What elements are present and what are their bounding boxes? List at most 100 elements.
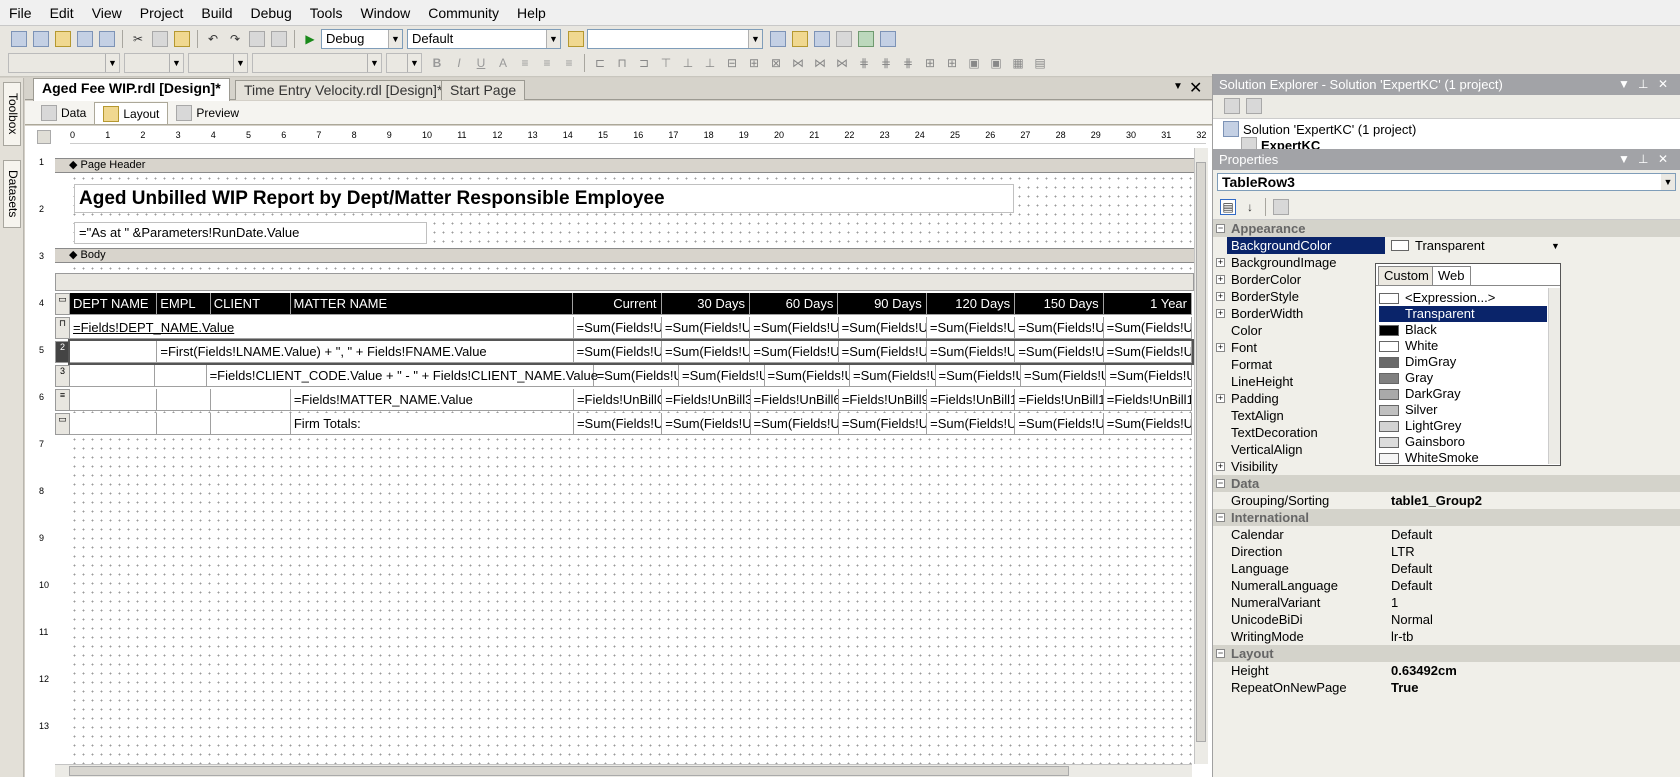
table-cell[interactable]: =Fields!UnBill1 [1103, 389, 1193, 411]
solution-explorer-icon[interactable] [770, 31, 786, 47]
cut-icon[interactable]: ✂ [130, 31, 146, 47]
table-cell[interactable]: =Sum(Fields!Ur [661, 317, 751, 339]
menu-debug[interactable]: Debug [242, 0, 301, 26]
category-layout[interactable]: − Layout [1213, 645, 1680, 662]
table-cell[interactable]: =Sum(Fields!Ur [1106, 365, 1192, 387]
same-width-icon[interactable]: ⊟ [724, 55, 740, 71]
table-cell[interactable]: 90 Days [838, 293, 927, 315]
table-cell[interactable]: Current [573, 293, 662, 315]
tab-start-page[interactable]: Start Page [441, 80, 526, 100]
table-cell[interactable] [157, 389, 211, 411]
tab-data[interactable]: Data [33, 102, 94, 124]
align-middles-icon[interactable]: ⊥ [680, 55, 696, 71]
toolbox-icon[interactable] [836, 31, 852, 47]
table-cell[interactable] [211, 413, 291, 435]
close-document-icon[interactable]: ✕ [1189, 78, 1202, 98]
window-list-icon[interactable]: ▼ [1173, 81, 1183, 92]
table-header-row[interactable]: DEPT NAME EMPL CLIENT MATTER NAME Current 30 … [70, 293, 1192, 315]
tab-web[interactable]: Web [1432, 266, 1471, 286]
property-row[interactable]: Grouping/Sorting table1_Group2 [1213, 492, 1680, 509]
table-column-handles[interactable] [55, 273, 1194, 291]
table-cell[interactable]: =Sum(Fields!Ur [1015, 317, 1104, 339]
property-row[interactable]: Language Default [1213, 560, 1680, 577]
auto-hide-pin-icon[interactable]: ⊥ [1638, 74, 1648, 95]
table-cell[interactable]: =Sum(Fields!Ur [662, 413, 751, 435]
table-cell[interactable] [70, 413, 158, 435]
property-row[interactable]: Direction LTR [1213, 543, 1680, 560]
color-list-scrollbar[interactable] [1548, 288, 1560, 464]
bold-icon[interactable]: B [429, 55, 445, 71]
chevron-down-icon[interactable]: ▼ [1551, 238, 1560, 255]
underline-icon[interactable]: U [473, 55, 489, 71]
table-cell[interactable]: =Sum(Fields!Ur [573, 317, 662, 339]
menu-view[interactable]: View [83, 0, 131, 26]
property-pages-icon[interactable] [1273, 198, 1289, 215]
style-select[interactable]: ▼ [252, 53, 382, 73]
tab-preview[interactable]: Preview [168, 102, 247, 124]
group2-row[interactable]: =First(Fields!LNAME.Value) + ", " + Fiel… [68, 339, 1194, 365]
h-spacing-equal-icon[interactable]: ⋈ [790, 55, 806, 71]
start-debug-icon[interactable]: ▶ [302, 31, 318, 47]
property-row[interactable]: BackgroundColor Transparent ▼ [1213, 237, 1680, 254]
align-lefts-icon[interactable]: ⊏ [592, 55, 608, 71]
object-browser-icon[interactable] [814, 31, 830, 47]
menu-build[interactable]: Build [192, 0, 241, 26]
table-cell[interactable]: =Sum(Fields!Ur [764, 365, 851, 387]
row-handle[interactable]: 3 [55, 365, 70, 387]
table-cell[interactable]: =Sum(Fields!Ur [838, 341, 927, 363]
align-rights-icon[interactable]: ⊐ [636, 55, 652, 71]
italic-icon[interactable]: I [451, 55, 467, 71]
tab-aged-fee-wip[interactable]: Aged Fee WIP.rdl [Design]* [33, 78, 230, 101]
table-cell[interactable]: =Sum(Fields!Ur [1103, 317, 1192, 339]
category-international[interactable]: − International [1213, 509, 1680, 526]
solution-node[interactable]: Solution 'ExpertKC' (1 project) [1223, 121, 1416, 137]
paste-icon[interactable] [174, 31, 190, 47]
page-header-band[interactable]: ◆ Page Header [55, 158, 1194, 173]
menu-file[interactable]: File [0, 0, 41, 26]
table-cell[interactable]: =Fields!UnBill3( [662, 389, 751, 411]
menu-tools[interactable]: Tools [301, 0, 352, 26]
group1-row[interactable]: =Fields!DEPT_NAME.Value =Sum(Fields!Ur =Su… [70, 317, 1192, 339]
color-option[interactable]: Silver [1379, 402, 1547, 418]
table-cell[interactable]: =Fields!CLIENT_CODE.Value + " - " + Fiel… [206, 365, 598, 387]
table-cell[interactable]: =Sum(Fields!Ur [750, 413, 839, 435]
row-handle[interactable]: ⊓ [55, 317, 70, 339]
color-option[interactable]: Gray [1379, 370, 1547, 386]
tab-custom[interactable]: Custom [1378, 266, 1435, 286]
new-project-icon[interactable] [11, 31, 27, 47]
solution-config-select[interactable]: Debug ▼ [321, 29, 403, 49]
table-cell[interactable]: =Sum(Fields!Ur [838, 317, 927, 339]
table-cell[interactable] [154, 365, 207, 387]
menu-community[interactable]: Community [419, 0, 508, 26]
categorized-icon[interactable]: ▤ [1220, 198, 1236, 215]
font-color-icon[interactable]: A [495, 55, 511, 71]
window-position-icon[interactable]: ▼ [1618, 74, 1630, 95]
object-selector[interactable]: TableRow3 ▼ [1217, 173, 1676, 191]
group3-row[interactable]: =Fields!CLIENT_CODE.Value + " - " + Fiel… [70, 365, 1192, 387]
table-cell[interactable]: =Sum(Fields!Ur [1103, 413, 1193, 435]
send-to-back-icon[interactable]: ▣ [988, 55, 1004, 71]
table-cell[interactable]: =Sum(Fields!Ur [1020, 365, 1107, 387]
command-window-icon[interactable] [880, 31, 896, 47]
table-cell[interactable]: =Sum(Fields!Ur [850, 365, 936, 387]
menu-edit[interactable]: Edit [41, 0, 83, 26]
color-option[interactable]: DarkGray [1379, 386, 1547, 402]
show-all-files-icon[interactable] [1246, 98, 1262, 114]
undo-icon[interactable]: ↶ [205, 31, 221, 47]
as-at-textbox[interactable]: ="As at " &Parameters!RunDate.Value [74, 222, 427, 244]
report-title-textbox[interactable]: Aged Unbilled WIP Report by Dept/Matter … [74, 184, 1014, 213]
datasets-tab[interactable]: Datasets [3, 160, 21, 228]
table-cell[interactable]: EMPL [157, 293, 211, 315]
table-cell[interactable]: =Sum(Fields!Ur [926, 317, 1016, 339]
table-cell[interactable]: =Sum(Fields!Ur [935, 365, 1021, 387]
start-page-icon[interactable] [858, 31, 874, 47]
align-right-icon[interactable]: ≡ [561, 55, 577, 71]
font-name-select[interactable]: ▼ [8, 53, 120, 73]
table-cell[interactable]: =Fields!UnBillC [573, 389, 663, 411]
save-icon[interactable] [77, 31, 93, 47]
table-cell[interactable]: CLIENT [210, 293, 291, 315]
table-cell[interactable] [211, 389, 291, 411]
table-cell[interactable]: =Fields!DEPT_NAME.Value [70, 317, 574, 339]
v-spacing-increase-icon[interactable]: ⋕ [878, 55, 894, 71]
table-cell[interactable]: =Sum(Fields!Ur [1103, 341, 1192, 363]
